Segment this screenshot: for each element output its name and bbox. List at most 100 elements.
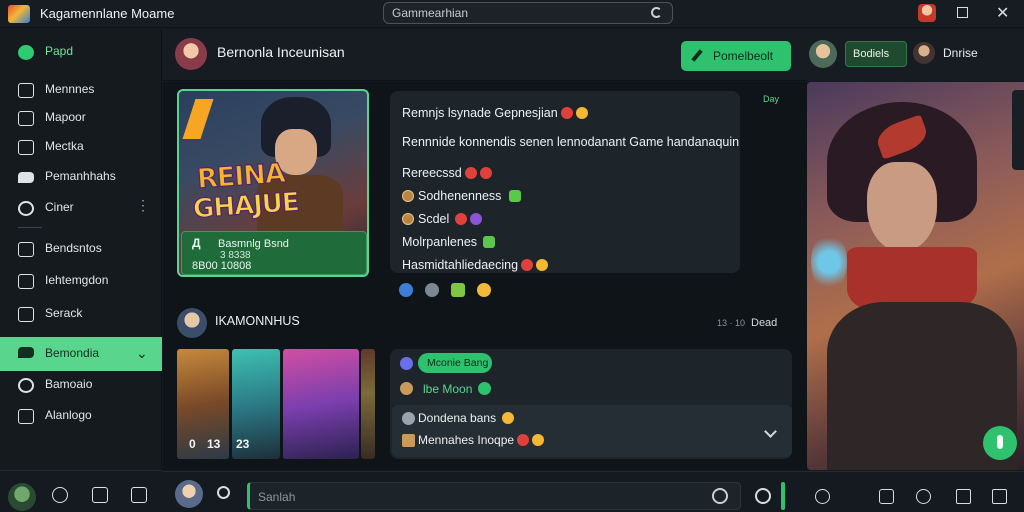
panel-handle[interactable]	[1012, 90, 1024, 170]
contact-avatar[interactable]	[175, 38, 207, 70]
gallery-caption: 23	[236, 437, 250, 451]
edit-button[interactable]: Pomelbeolt	[681, 41, 791, 71]
message-line: Sodhenenness	[402, 189, 522, 203]
global-search-input[interactable]: Gammearhian	[383, 2, 673, 24]
timer-icon[interactable]	[815, 489, 830, 504]
user-icon[interactable]	[879, 489, 894, 504]
box-icon	[402, 434, 415, 447]
emoji-icon	[464, 167, 477, 179]
clock-icon[interactable]	[755, 488, 771, 504]
composer-bar: Sanlah	[163, 471, 1024, 512]
details-pill[interactable]: Bodiels	[845, 41, 907, 67]
star-reaction-icon[interactable]	[477, 283, 491, 297]
composer-avatar[interactable]	[175, 480, 203, 508]
emoji-icon	[521, 259, 534, 271]
member-avatar[interactable]	[809, 40, 837, 68]
map-icon	[18, 111, 34, 126]
gallery-image[interactable]: 23	[232, 349, 280, 459]
maximize-icon[interactable]	[957, 7, 968, 18]
user-avatar[interactable]	[8, 483, 36, 511]
stack-icon	[18, 307, 34, 322]
search-icon[interactable]	[651, 7, 662, 18]
message-text: Hasmidtahliedaecing	[402, 258, 519, 272]
sidebar: Papd Mennnes Mapoor Mectka Pemanhhahs Ci…	[0, 29, 162, 512]
chat-icon	[402, 412, 415, 425]
sidebar-item-label: Mapoor	[45, 110, 86, 124]
gallery-image[interactable]	[283, 349, 359, 459]
bell-icon[interactable]	[92, 487, 108, 503]
sidebar-item-mennnes[interactable]: Mennnes	[0, 75, 162, 105]
sidebar-item-ciner[interactable]: Ciner ⋮	[0, 193, 162, 223]
gem-icon	[400, 357, 413, 370]
flag-icon[interactable]	[992, 489, 1007, 504]
profile-avatar[interactable]	[918, 4, 936, 22]
game-card[interactable]: REINA GHAJUE Д Basmnlg Bsnd 3 8338 8B00 …	[177, 89, 369, 277]
gallery-caption: 13	[207, 437, 221, 451]
message-line: Hasmidtahliedaecing	[402, 258, 549, 272]
magic-glow	[811, 232, 847, 292]
emoji-icon	[455, 213, 468, 225]
leaf-reaction-icon[interactable]	[451, 283, 465, 297]
chat-reaction-icon[interactable]	[399, 283, 413, 297]
sidebar-item-bemondia[interactable]: Bemondia ⌄	[0, 337, 162, 371]
app-title: Kagamennlane Moame	[40, 6, 175, 21]
quoted-line: Mennahes Inoqpe	[418, 433, 545, 447]
sidebar-item-bamoaio[interactable]: Bamoaio	[0, 370, 162, 400]
gallery-strip[interactable]	[361, 349, 375, 459]
link-reaction-icon[interactable]	[425, 283, 439, 297]
gamepad-icon[interactable]	[131, 487, 147, 503]
image-gallery: 0 13 23	[177, 349, 375, 459]
app-logo-icon	[8, 5, 30, 23]
clover-icon	[509, 190, 522, 202]
more-icon[interactable]: ⋮	[136, 197, 150, 214]
sidebar-item-mapoor[interactable]: Mapoor	[0, 103, 162, 133]
emoji-icon	[532, 434, 545, 446]
chat-header: Bernonla Inceunisan Pomelbeolt	[163, 29, 807, 81]
sidebar-footer	[0, 470, 162, 512]
tag-pill[interactable]: Mconie Bang	[418, 353, 492, 373]
sidebar-item-mectka[interactable]: Mectka	[0, 132, 162, 162]
mic-button[interactable]	[983, 426, 1017, 460]
sidebar-item-label: Serack	[45, 306, 83, 320]
contact-name: Bernonla Inceunisan	[217, 44, 345, 60]
sidebar-item-label: Bendsntos	[45, 241, 102, 255]
emoji-picker-icon[interactable]	[712, 488, 728, 504]
sidebar-item-pemanhhahs[interactable]: Pemanhhahs	[0, 162, 162, 192]
window-icon[interactable]	[956, 489, 971, 504]
grid-icon	[18, 409, 34, 424]
card-code: 8B00 10808	[192, 260, 252, 272]
gallery-caption: 0	[189, 437, 196, 451]
sidebar-item-bendsntos[interactable]: Bendsntos	[0, 234, 162, 264]
mic-icon	[997, 435, 1003, 449]
sidebar-item-serack[interactable]: Serack	[0, 299, 162, 329]
sidebar-item-label: Mennnes	[45, 82, 95, 96]
highlight-text: lbe Moon	[423, 382, 473, 396]
sidebar-item-label: Bamoaio	[45, 377, 93, 391]
message-line: Scdel	[402, 212, 483, 226]
chevron-down-icon[interactable]	[764, 425, 777, 438]
sidebar-item-label: Papd	[45, 44, 74, 58]
message-time: 13 · 10	[717, 318, 746, 328]
member-avatar-small[interactable]	[913, 42, 935, 64]
sidebar-item-iehtemgdon[interactable]: Iehtemgdon	[0, 266, 162, 296]
gallery-image[interactable]: 0 13	[177, 349, 229, 459]
message-placeholder: Sanlah	[258, 490, 296, 504]
sidebar-item-alanlogo[interactable]: Alanlogo	[0, 401, 162, 431]
game-card-footer: Д Basmnlg Bsnd 3 8338 8B00 10808	[181, 231, 367, 275]
quoted-text: Dondena bans	[418, 411, 497, 425]
emoji-icon	[575, 107, 588, 119]
chevron-down-icon[interactable]: ⌄	[136, 345, 148, 362]
search-placeholder: Gammearhian	[392, 6, 469, 20]
emoji-icon[interactable]	[916, 489, 931, 504]
search-icon[interactable]	[217, 486, 230, 499]
author-avatar[interactable]	[177, 308, 207, 338]
sidebar-item-label: Bemondia	[45, 346, 100, 360]
close-icon[interactable]: ✕	[996, 3, 1009, 23]
sidebar-item-papd[interactable]: Papd	[0, 37, 162, 67]
message-input[interactable]: Sanlah	[247, 482, 741, 510]
clock-icon[interactable]	[52, 487, 68, 503]
coin-icon	[402, 190, 414, 202]
coin-icon	[400, 382, 413, 395]
chat-bubble-icon	[18, 347, 34, 358]
coin-icon	[402, 213, 414, 225]
